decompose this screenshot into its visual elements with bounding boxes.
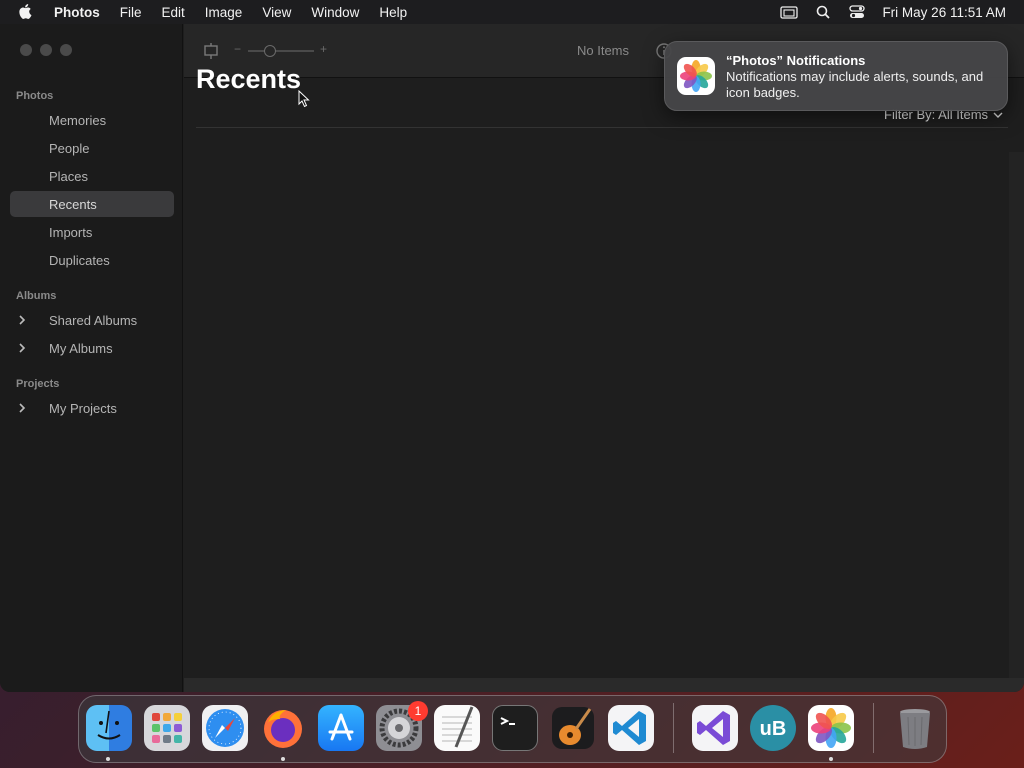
visual-studio-icon[interactable]	[692, 705, 738, 751]
zoom-slider[interactable]: − +	[234, 42, 334, 60]
header-divider	[196, 127, 1008, 128]
sidebar-item-my-projects[interactable]: My Projects	[10, 395, 174, 421]
notification-body: Notifications may include alerts, sounds…	[726, 69, 984, 100]
safari-icon[interactable]	[202, 705, 248, 751]
menu-edit[interactable]: Edit	[152, 5, 195, 20]
menu-view[interactable]: View	[252, 5, 301, 20]
section-title-photos: Photos	[16, 90, 54, 102]
bottom-bar	[184, 678, 1024, 692]
garageband-icon[interactable]	[550, 705, 596, 751]
dock-separator	[873, 703, 874, 753]
menu-app-name[interactable]: Photos	[52, 5, 110, 20]
launchpad-icon[interactable]	[144, 705, 190, 751]
menu-file[interactable]: File	[110, 5, 152, 20]
section-title-projects: Projects	[16, 378, 60, 390]
sidebar-item-places[interactable]: Places	[10, 163, 174, 189]
apple-menu-icon[interactable]	[0, 4, 52, 20]
chevron-right-icon[interactable]	[15, 341, 29, 355]
photo-grid-area[interactable]	[184, 152, 1010, 678]
photos-window: Photos Memories People Places Recents Im…	[0, 24, 1024, 692]
slideshow-icon[interactable]	[202, 42, 220, 60]
sidebar-item-label: Memories	[49, 112, 107, 128]
photos-running-indicator	[829, 757, 833, 761]
app-store-icon[interactable]	[318, 705, 364, 751]
control-center-icon[interactable]	[840, 5, 874, 19]
ublock-icon[interactable]: uB	[750, 705, 796, 751]
vertical-scrollbar[interactable]	[1009, 152, 1024, 678]
sidebar-item-imports[interactable]: Imports	[10, 219, 174, 245]
settings-notification-badge: 1	[408, 701, 428, 721]
sidebar-item-label: Recents	[49, 196, 97, 212]
textedit-icon[interactable]	[434, 705, 480, 751]
menu-help[interactable]: Help	[369, 5, 417, 20]
chevron-down-icon	[993, 112, 1003, 118]
trash-icon[interactable]	[892, 705, 938, 751]
chevron-right-icon[interactable]	[15, 313, 29, 327]
finder-icon[interactable]	[86, 705, 132, 751]
minimize-window-button[interactable]	[40, 44, 52, 56]
section-title-albums: Albums	[16, 290, 57, 302]
firefox-icon[interactable]	[260, 705, 306, 751]
vscode-icon[interactable]	[608, 705, 654, 751]
sidebar-item-label: People	[49, 140, 90, 156]
sidebar-item-duplicates[interactable]: Duplicates	[10, 247, 174, 273]
chevron-right-icon[interactable]	[15, 401, 29, 415]
photos-icon[interactable]	[808, 705, 854, 751]
sidebar: Photos Memories People Places Recents Im…	[0, 24, 183, 692]
sidebar-item-label: My Albums	[49, 340, 113, 356]
sidebar-item-shared-albums[interactable]: Shared Albums	[10, 307, 174, 333]
sidebar-item-people[interactable]: People	[10, 135, 174, 161]
sidebar-item-recents[interactable]: Recents	[10, 191, 174, 217]
photos-app-icon	[677, 57, 715, 95]
mouse-pointer-icon	[298, 90, 310, 108]
sidebar-item-label: My Projects	[49, 400, 117, 416]
zoom-minus[interactable]: −	[234, 42, 241, 56]
screen-mirroring-icon[interactable]	[772, 5, 806, 19]
sidebar-item-label: Places	[49, 168, 89, 184]
menu-bar: Photos File Edit Image View Window Help …	[0, 0, 1024, 24]
sidebar-item-label: Duplicates	[49, 252, 110, 268]
zoom-track	[248, 50, 314, 52]
page-title: Recents	[196, 64, 302, 94]
sidebar-item-memories[interactable]: Memories	[10, 107, 174, 133]
svg-text:uB: uB	[760, 718, 787, 740]
sidebar-item-my-albums[interactable]: My Albums	[10, 335, 174, 361]
zoom-window-button[interactable]	[60, 44, 72, 56]
item-count-status: No Items	[577, 43, 630, 58]
notification-banner[interactable]: “Photos” Notifications Notifications may…	[664, 41, 1008, 111]
terminal-icon[interactable]	[492, 705, 538, 751]
notification-title: “Photos” Notifications	[726, 53, 866, 68]
finder-running-indicator	[106, 757, 110, 761]
window-controls	[20, 44, 72, 56]
close-window-button[interactable]	[20, 44, 32, 56]
menu-image[interactable]: Image	[195, 5, 253, 20]
menu-clock[interactable]: Fri May 26 11:51 AM	[874, 5, 1024, 20]
sidebar-item-label: Imports	[49, 224, 93, 240]
zoom-plus[interactable]: +	[320, 42, 327, 56]
zoom-thumb[interactable]	[264, 45, 276, 57]
spotlight-search-icon[interactable]	[806, 5, 840, 19]
menu-window[interactable]: Window	[301, 5, 369, 20]
dock-separator	[673, 703, 674, 753]
firefox-running-indicator	[281, 757, 285, 761]
sidebar-item-label: Shared Albums	[49, 312, 138, 328]
